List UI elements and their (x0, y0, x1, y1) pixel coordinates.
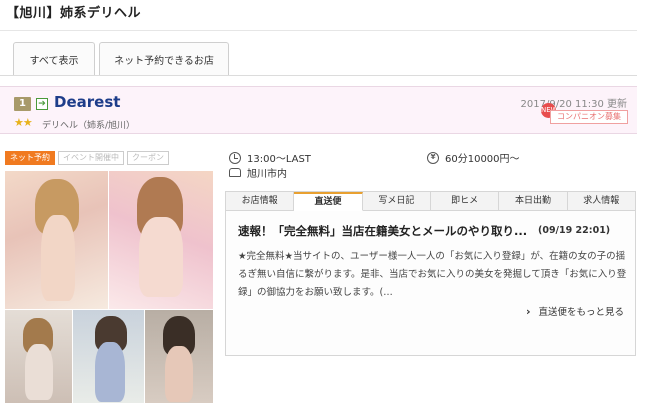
tab-net-reservation[interactable]: ネット予約できるお店 (99, 42, 229, 75)
business-hours: 13:00〜LAST (229, 150, 311, 165)
tab-all[interactable]: すべて表示 (13, 42, 95, 75)
subtab-instant[interactable]: 即ヒメ (430, 192, 500, 211)
clock-icon (229, 151, 241, 164)
cast-photo[interactable] (5, 310, 72, 403)
subtab-direct-mail[interactable]: 直送便 (294, 192, 363, 211)
star-rating: ★★ (14, 116, 33, 129)
photo-figure (165, 346, 193, 402)
photo-figure (139, 217, 183, 297)
label-coupon: クーポン (127, 151, 169, 165)
shop-category: デリヘル（姉系/旭川） (42, 121, 136, 131)
direct-mail-panel: 速報！「完全無料」当店在籍美女とメールのやり取り... (09/19 22:01… (225, 211, 636, 356)
shop-subtabs: お店情報 直送便 写メ日記 即ヒメ 本日出勤 求人情報 (225, 191, 636, 211)
companion-recruit-badge[interactable]: コンパニオン募集 (550, 110, 628, 124)
subtab-today-attendance[interactable]: 本日出勤 (499, 192, 568, 211)
more-direct-mail-link[interactable]: › 直送便をもっと見る (525, 304, 624, 319)
cast-photo[interactable] (109, 171, 213, 309)
photo-figure (41, 215, 75, 301)
page-title: 【旭川】姉系デリヘル (6, 6, 142, 21)
chevron-right-icon: › (525, 304, 531, 318)
price-info: ¥ 60分10000円〜 (427, 150, 520, 165)
cast-photo[interactable] (73, 310, 144, 403)
tab-divider (0, 75, 637, 76)
post-body: ★完全無料★当サイトの、ユーザー様一人一人の「お気に入り登録」が、在籍の女の子の… (238, 251, 627, 298)
yen-icon: ¥ (427, 151, 439, 164)
cast-photo[interactable] (145, 310, 213, 403)
photo-figure (25, 344, 53, 400)
photo-figure (95, 342, 125, 402)
updated-timestamp: 2017/9/20 11:30 更新 (520, 99, 627, 110)
price-text: 60分10000円〜 (445, 154, 520, 165)
service-area: 旭川市内 (229, 165, 287, 180)
area-text: 旭川市内 (247, 169, 287, 180)
label-event: イベント開催中 (58, 151, 124, 165)
shop-labels: ネット予約 イベント開催中 クーポン (5, 151, 169, 165)
arrow-right-icon[interactable]: ➔ (36, 98, 48, 110)
filter-tabs: すべて表示 ネット予約できるお店 (13, 42, 229, 75)
divider (0, 30, 637, 31)
car-icon (229, 168, 241, 177)
label-net-reservation: ネット予約 (5, 151, 55, 165)
rank-1-icon: 1 (14, 97, 31, 111)
cast-photo[interactable] (5, 171, 108, 309)
shop-name[interactable]: Dearest (54, 93, 120, 111)
more-link-label: 直送便をもっと見る (538, 307, 624, 318)
subtab-shop-info[interactable]: お店情報 (226, 192, 295, 211)
subtab-recruit[interactable]: 求人情報 (567, 192, 636, 211)
shop-header: 1 ➔ Dearest ★★ デリヘル（姉系/旭川） 2017/9/20 11:… (0, 86, 637, 134)
post-title[interactable]: 速報！「完全無料」当店在籍美女とメールのやり取り... (238, 223, 527, 239)
hours-text: 13:00〜LAST (247, 154, 311, 165)
post-date: (09/19 22:01) (538, 225, 611, 236)
subtab-photo-diary[interactable]: 写メ日記 (362, 192, 431, 211)
